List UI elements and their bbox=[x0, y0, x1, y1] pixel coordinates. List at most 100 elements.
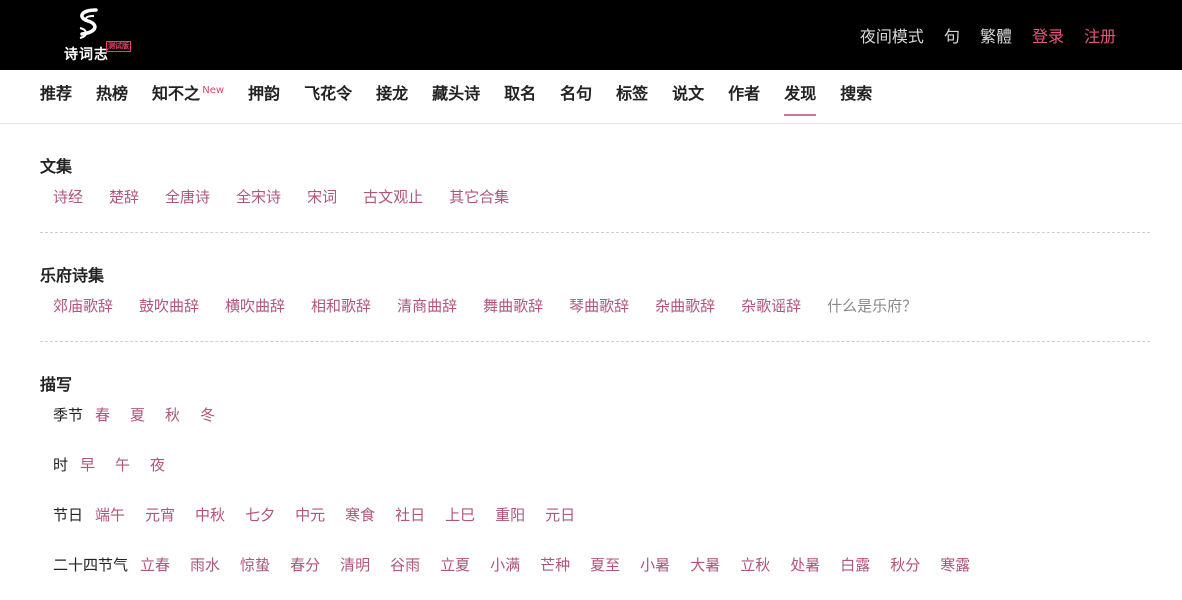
nav-item[interactable]: 藏头诗 bbox=[432, 83, 480, 115]
tag-link[interactable]: 横吹曲辞 bbox=[225, 295, 285, 316]
tag-link[interactable]: 芒种 bbox=[540, 554, 570, 575]
description-row: 季节春夏秋冬 bbox=[40, 400, 1150, 450]
tag-link[interactable]: 立秋 bbox=[740, 554, 770, 575]
tag-link[interactable]: 夏至 bbox=[590, 554, 620, 575]
top-link[interactable]: 注册 bbox=[1084, 23, 1116, 47]
section-title: 乐府诗集 bbox=[40, 266, 105, 285]
nav-item[interactable]: 搜索 bbox=[840, 83, 872, 115]
tag-link[interactable]: 其它合集 bbox=[449, 186, 509, 207]
tag-link[interactable]: 处暑 bbox=[790, 554, 820, 575]
section-yuefu: 乐府诗集 郊庙歌辞 鼓吹曲辞 横吹曲辞 相和歌辞 清商曲辞 舞曲歌辞 琴曲歌辞 杂曲歌辞 杂歌谣… bbox=[40, 233, 1150, 342]
nav-item[interactable]: 热榜 bbox=[96, 83, 128, 115]
nav-item-label: 热榜 bbox=[96, 84, 129, 103]
tag-link[interactable]: 立春 bbox=[140, 554, 170, 575]
tag-link[interactable]: 夜 bbox=[150, 454, 165, 475]
nav-item[interactable]: 知不之 New bbox=[152, 83, 224, 115]
tag-link[interactable]: 谷雨 bbox=[390, 554, 420, 575]
nav-item-label: 知不之 bbox=[152, 84, 201, 103]
tag-link[interactable]: 惊蛰 bbox=[240, 554, 270, 575]
discover-content: 文集 诗经 楚辞 全唐诗 全宋诗 宋词 古文观止 其它合集 乐府诗集 郊庙歌辞 鼓吹曲辞 横吹曲… bbox=[40, 124, 1150, 600]
nav-item[interactable]: 推荐 bbox=[40, 83, 72, 115]
logo-s-mark-icon bbox=[79, 8, 98, 39]
nav-item-label: 押韵 bbox=[248, 84, 281, 103]
nav-item[interactable]: 押韵 bbox=[248, 83, 280, 115]
tag-link[interactable]: 大暑 bbox=[690, 554, 720, 575]
tag-link[interactable]: 早 bbox=[80, 454, 95, 475]
tag-link[interactable]: 杂曲歌辞 bbox=[655, 295, 715, 316]
section-title: 描写 bbox=[40, 375, 73, 394]
tag-link[interactable]: 寒露 bbox=[940, 554, 970, 575]
tag-link[interactable]: 全唐诗 bbox=[165, 186, 210, 207]
what-is-yuefu-link[interactable]: 什么是乐府？ bbox=[827, 295, 917, 316]
new-badge: New bbox=[202, 85, 225, 96]
top-link[interactable]: 登录 bbox=[1032, 23, 1064, 47]
top-link[interactable]: 繁體 bbox=[980, 23, 1012, 47]
tag-link[interactable]: 社日 bbox=[395, 504, 425, 525]
logo-text: 诗词志 bbox=[64, 47, 109, 63]
tag-link[interactable]: 楚辞 bbox=[109, 186, 139, 207]
nav-item[interactable]: 取名 bbox=[504, 83, 536, 115]
tag-link[interactable]: 春 bbox=[95, 404, 110, 425]
nav-item-label: 接龙 bbox=[376, 84, 409, 103]
nav-item-label: 名句 bbox=[560, 84, 593, 103]
tag-link[interactable]: 重阳 bbox=[495, 504, 525, 525]
tag-link[interactable]: 小满 bbox=[490, 554, 520, 575]
tag-link[interactable]: 舞曲歌辞 bbox=[483, 295, 543, 316]
tag-link[interactable]: 立夏 bbox=[440, 554, 470, 575]
tag-link[interactable]: 全宋诗 bbox=[236, 186, 281, 207]
tag-link[interactable]: 小暑 bbox=[640, 554, 670, 575]
tag-link[interactable]: 清商曲辞 bbox=[397, 295, 457, 316]
nav-item-label: 发现 bbox=[784, 84, 817, 103]
nav-item[interactable]: 飞花令 bbox=[304, 83, 352, 115]
row-label: 季节 bbox=[53, 406, 84, 424]
tag-link[interactable]: 中秋 bbox=[195, 504, 225, 525]
tag-list: 郊庙歌辞 鼓吹曲辞 横吹曲辞 相和歌辞 清商曲辞 舞曲歌辞 琴曲歌辞 杂曲歌辞 杂歌谣辞 什么是乐… bbox=[40, 291, 1150, 341]
row-label: 时 bbox=[53, 456, 69, 474]
nav-item[interactable]: 接龙 bbox=[376, 83, 408, 115]
tag-link[interactable]: 七夕 bbox=[245, 504, 275, 525]
nav-item[interactable]: 说文 bbox=[672, 83, 704, 115]
tag-link[interactable]: 宋词 bbox=[307, 186, 337, 207]
section-title: 文集 bbox=[40, 157, 73, 176]
tag-link[interactable]: 夏 bbox=[130, 404, 145, 425]
tag-link[interactable]: 秋 bbox=[165, 404, 180, 425]
tag-link[interactable]: 端午 bbox=[95, 504, 125, 525]
tag-link[interactable]: 白露 bbox=[840, 554, 870, 575]
section-wenji: 文集 诗经 楚辞 全唐诗 全宋诗 宋词 古文观止 其它合集 bbox=[40, 124, 1150, 233]
tag-link[interactable]: 中元 bbox=[295, 504, 325, 525]
tag-link[interactable]: 秋分 bbox=[890, 554, 920, 575]
top-link[interactable]: 夜间模式 bbox=[860, 23, 924, 47]
tag-link[interactable]: 上巳 bbox=[445, 504, 475, 525]
tag-link[interactable]: 清明 bbox=[340, 554, 370, 575]
top-link[interactable]: 句 bbox=[944, 23, 960, 47]
tag-link[interactable]: 元日 bbox=[545, 504, 575, 525]
logo-badge: 测试版 bbox=[106, 41, 131, 52]
nav-item-label: 推荐 bbox=[40, 84, 73, 103]
nav-item[interactable]: 作者 bbox=[728, 83, 760, 115]
tag-link[interactable]: 古文观止 bbox=[363, 186, 423, 207]
section-miaoxie: 描写 季节春夏秋冬时早午夜节日 端午 元宵 中秋 七夕 中元 寒食 社日 上巳 重阳 元日 二十四节气… bbox=[40, 342, 1150, 600]
tag-link[interactable]: 春分 bbox=[290, 554, 320, 575]
tag-link[interactable]: 琴曲歌辞 bbox=[569, 295, 629, 316]
nav-item-label: 藏头诗 bbox=[432, 84, 481, 103]
nav-item[interactable]: 标签 bbox=[616, 83, 648, 115]
tag-link[interactable]: 冬 bbox=[200, 404, 215, 425]
description-row: 时早午夜 bbox=[40, 450, 1150, 500]
tag-link[interactable]: 郊庙歌辞 bbox=[53, 295, 113, 316]
tag-link[interactable]: 元宵 bbox=[145, 504, 175, 525]
site-logo[interactable]: 诗词志 测试版 bbox=[62, 8, 138, 64]
tag-link[interactable]: 午 bbox=[115, 454, 130, 475]
tag-link[interactable]: 诗经 bbox=[53, 186, 83, 207]
tag-link[interactable]: 杂歌谣辞 bbox=[741, 295, 801, 316]
description-rows: 季节春夏秋冬时早午夜节日 端午 元宵 中秋 七夕 中元 寒食 社日 上巳 重阳 元日 二十四节气 立春雨… bbox=[40, 400, 1150, 600]
nav-item[interactable]: 名句 bbox=[560, 83, 592, 115]
nav-item[interactable]: 发现 bbox=[784, 83, 817, 116]
tag-link[interactable]: 鼓吹曲辞 bbox=[139, 295, 199, 316]
nav-item-label: 飞花令 bbox=[304, 84, 353, 103]
tag-link[interactable]: 寒食 bbox=[345, 504, 375, 525]
tag-link[interactable]: 雨水 bbox=[190, 554, 220, 575]
row-label: 节日 bbox=[53, 506, 84, 524]
description-row: 二十四节气 立春 雨水 惊蛰 春分 清明 谷雨 立夏 小满 芒种 夏至 小暑 大暑 立秋 处暑 白露 秋分 寒露 bbox=[40, 550, 1150, 600]
tag-link[interactable]: 相和歌辞 bbox=[311, 295, 371, 316]
top-bar: 诗词志 测试版 夜间模式句繁體 登录 注册 bbox=[0, 0, 1182, 70]
